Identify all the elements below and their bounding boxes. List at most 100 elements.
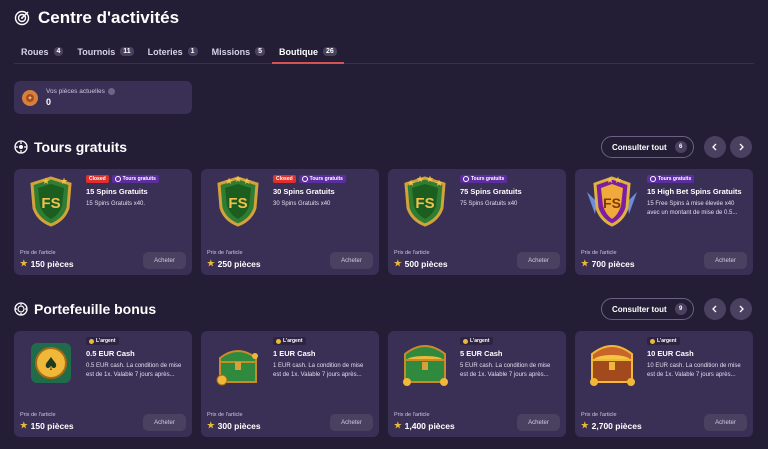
category-badge: Tours gratuits — [111, 175, 159, 183]
coins-balance-box: ✦ Vos pièces actuelles 0 — [14, 81, 192, 114]
price-label: Prix de l'article — [20, 412, 56, 418]
tab-boutique[interactable]: Boutique 26 — [272, 40, 344, 64]
item-name: 1 EUR Cash — [273, 349, 316, 358]
view-all-bonus-button[interactable]: Consulter tout 9 — [601, 298, 694, 320]
buy-button[interactable]: Acheter — [143, 252, 186, 269]
item-name: 10 EUR Cash — [647, 349, 694, 358]
chevron-left-icon — [712, 143, 717, 151]
view-all-label: Consulter tout — [612, 142, 667, 152]
price-text: 300 pièces — [217, 420, 261, 431]
cash-badge: L'argent — [273, 337, 306, 345]
tab-loteries[interactable]: Loteries 1 — [141, 40, 205, 63]
tab-missions[interactable]: Missions 5 — [205, 40, 272, 63]
view-all-count: 9 — [674, 303, 687, 315]
star-icon: ★ — [581, 420, 589, 430]
prev-arrow-button[interactable] — [704, 136, 726, 158]
tab-label: Missions — [211, 46, 251, 57]
page-title: Centre d'activités — [38, 8, 180, 27]
coin-icon: ✦ — [22, 89, 38, 106]
buy-button[interactable]: Acheter — [704, 414, 747, 431]
treasure-chest-icon — [207, 335, 269, 391]
item-description: 30 Spins Gratuits x40 — [273, 201, 331, 208]
tab-label: Tournois — [77, 46, 116, 57]
next-arrow-button[interactable] — [730, 136, 752, 158]
price-value: ★ 150 pièces — [20, 420, 74, 431]
svg-text:★: ★ — [243, 176, 251, 186]
free-spins-shield-icon: FS ★ ★ ★ — [207, 173, 269, 229]
price-text: 250 pièces — [217, 258, 261, 269]
svg-text:★: ★ — [234, 174, 242, 184]
item-description: 15 Spins Gratuits x40. — [86, 201, 146, 208]
tab-roues[interactable]: Roues 4 — [14, 40, 70, 63]
buy-button[interactable]: Acheter — [704, 252, 747, 269]
tab-count: 26 — [323, 47, 337, 56]
price-text: 500 pièces — [404, 258, 448, 269]
closed-badge: Closed — [273, 175, 296, 183]
shop-card[interactable]: L'argent 1 EUR Cash 1 EUR cash. La condi… — [201, 331, 379, 437]
treasure-chest-icon — [394, 335, 456, 391]
price-label: Prix de l'article — [581, 250, 617, 256]
star-icon: ★ — [581, 258, 589, 268]
category-badge: Tours gratuits — [460, 175, 508, 183]
price-label: Prix de l'article — [394, 250, 430, 256]
svg-text:★: ★ — [435, 178, 443, 188]
next-arrow-button[interactable] — [730, 298, 752, 320]
price-value: ★ 2,700 pièces — [581, 420, 642, 431]
view-all-free-spins-button[interactable]: Consulter tout 6 — [601, 136, 694, 158]
svg-text:✦: ✦ — [27, 95, 32, 102]
tab-label: Loteries — [147, 46, 183, 57]
svg-text:★: ★ — [614, 175, 622, 185]
star-icon: ★ — [394, 258, 402, 268]
shop-card[interactable]: L'argent 5 EUR Cash 5 EUR cash. La condi… — [388, 331, 566, 437]
price-label: Prix de l'article — [207, 250, 243, 256]
item-description: 5 EUR cash. La condition de mise est de … — [460, 363, 551, 379]
buy-button[interactable]: Acheter — [330, 252, 373, 269]
price-text: 1,400 pièces — [404, 420, 455, 431]
treasure-chest-icon — [581, 335, 643, 391]
item-name: 30 Spins Gratuits — [273, 187, 335, 196]
info-icon[interactable] — [107, 88, 115, 95]
section-title-free-spins: Tours gratuits — [14, 139, 127, 155]
price-value: ★ 1,400 pièces — [394, 420, 455, 431]
chevron-left-icon — [712, 305, 717, 313]
tab-tournois[interactable]: Tournois 11 — [70, 40, 140, 63]
price-value: ★ 150 pièces — [20, 258, 74, 269]
wallet-icon — [14, 302, 28, 316]
item-name: 15 Spins Gratuits — [86, 187, 148, 196]
star-icon: ★ — [394, 420, 402, 430]
price-label: Prix de l'article — [20, 250, 56, 256]
tab-count: 1 — [187, 47, 198, 56]
tab-bar: Roues 4 Tournois 11 Loteries 1 Missions 5 Bo… — [14, 40, 754, 64]
category-badge: Tours gratuits — [647, 175, 695, 183]
cash-badge: L'argent — [460, 337, 493, 345]
coins-value: 0 — [46, 97, 52, 107]
buy-button[interactable]: Acheter — [517, 252, 560, 269]
bonus-wallet-cards: ♠ L'argent 0.5 EUR Cash 0.5 EUR cash. La… — [14, 331, 754, 437]
spin-icon — [14, 140, 28, 154]
item-name: 0.5 EUR Cash — [86, 349, 135, 358]
prev-arrow-button[interactable] — [704, 298, 726, 320]
item-name: 75 Spins Gratuits — [460, 187, 522, 196]
svg-text:FS: FS — [228, 195, 247, 212]
price-label: Prix de l'article — [207, 412, 243, 418]
buy-button[interactable]: Acheter — [143, 414, 186, 431]
view-all-count: 6 — [674, 141, 687, 153]
shop-card[interactable]: FS ★ ★ Tours gratuits 15 High Bet Spins Gr… — [575, 169, 753, 275]
price-text: 150 pièces — [30, 420, 74, 431]
item-description: 15 Free Spins à mise élevée x40 avec un … — [647, 201, 738, 217]
buy-button[interactable]: Acheter — [330, 414, 373, 431]
chevron-right-icon — [739, 143, 744, 151]
shop-card[interactable]: FS ★ ★ ★ ★ Tours gratuits 75 Spins Gratuits … — [388, 169, 566, 275]
shop-card[interactable]: L'argent 10 EUR Cash 10 EUR cash. La con… — [575, 331, 753, 437]
view-all-label: Consulter tout — [612, 304, 667, 314]
svg-text:★: ★ — [606, 175, 614, 185]
section-title-bonus-wallet: Portefeuille bonus — [14, 301, 156, 317]
shop-card[interactable]: FS ★ ★ Closed Tours gratuits 15 Spins Gratu… — [14, 169, 192, 275]
svg-text:★: ★ — [42, 176, 50, 186]
shop-card[interactable]: ♠ L'argent 0.5 EUR Cash 0.5 EUR cash. La… — [14, 331, 192, 437]
shop-card[interactable]: FS ★ ★ ★ Closed Tours gratuits 30 Spins Grat… — [201, 169, 379, 275]
svg-text:FS: FS — [603, 195, 621, 211]
buy-button[interactable]: Acheter — [517, 414, 560, 431]
free-spins-shield-icon: FS ★ ★ — [20, 173, 82, 229]
target-icon — [14, 10, 30, 26]
